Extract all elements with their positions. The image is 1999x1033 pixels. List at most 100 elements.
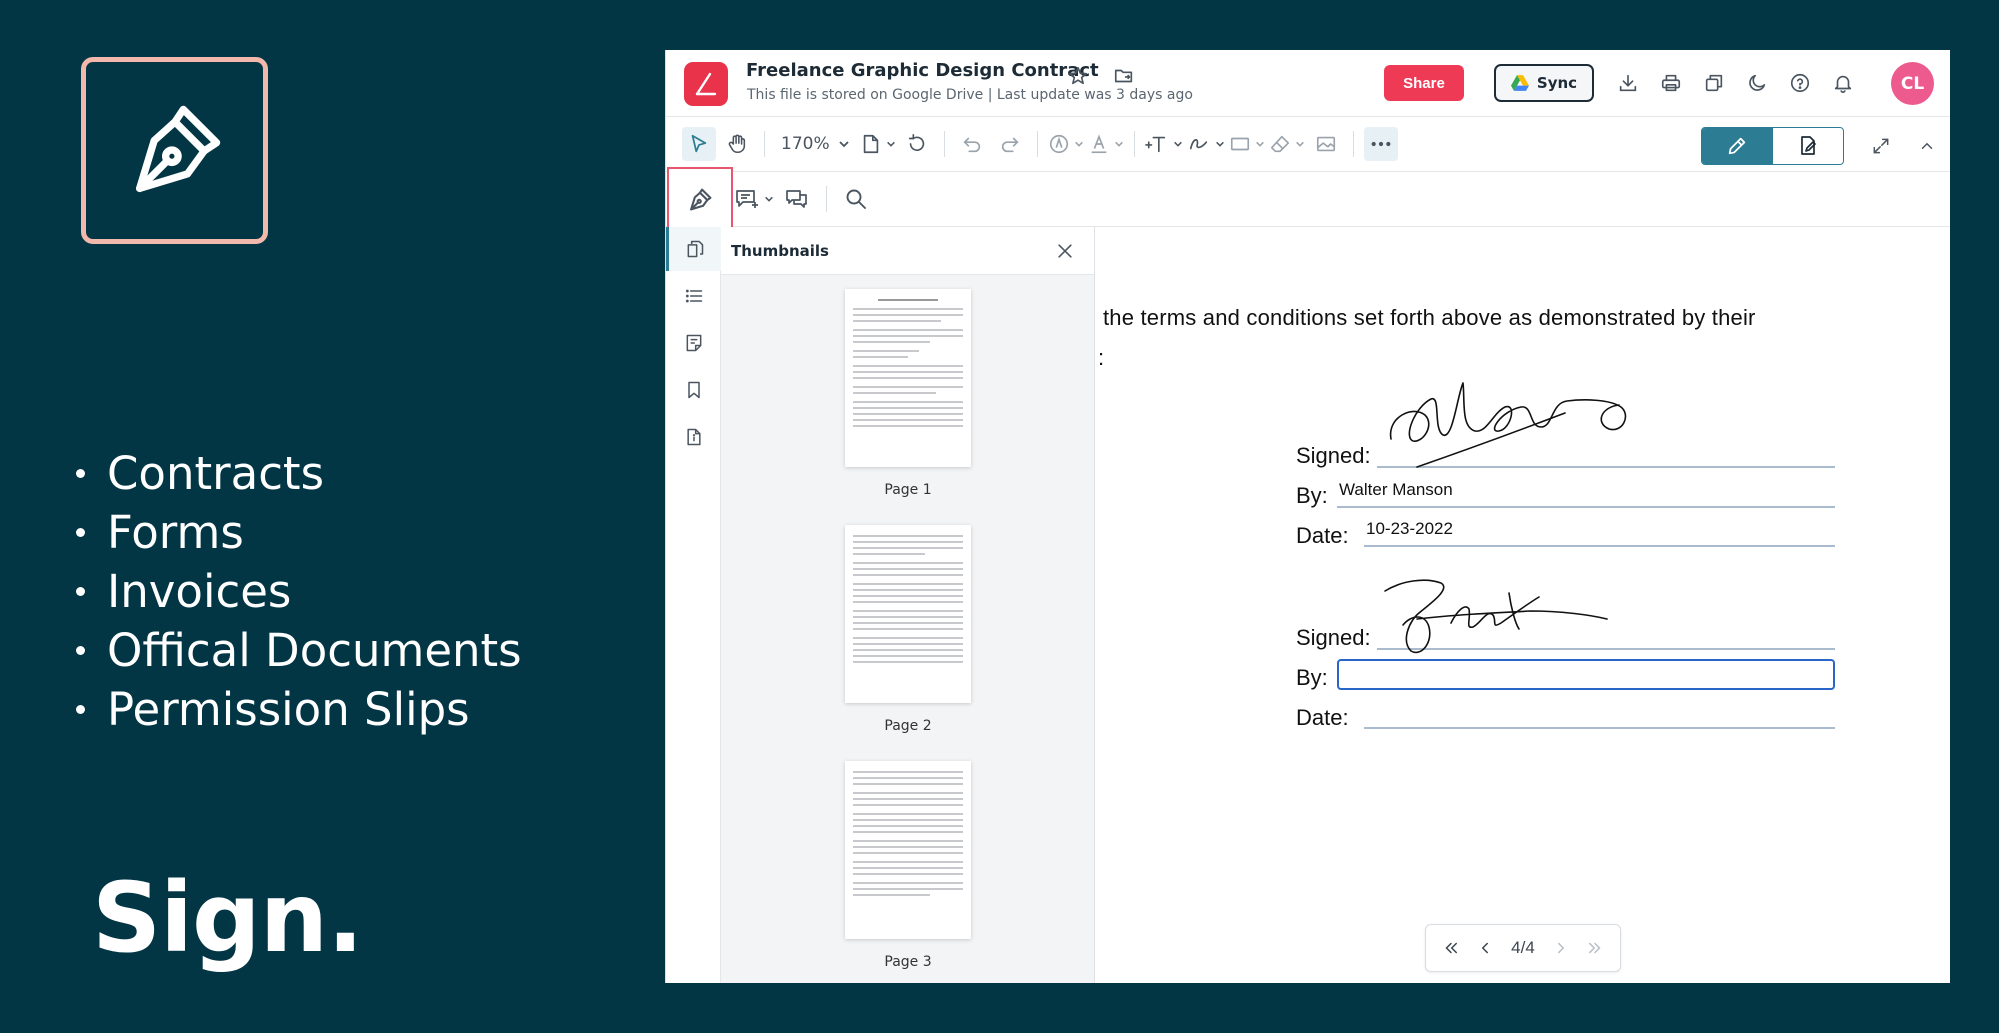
outline-rail-button[interactable] [666,274,721,318]
page-icon [863,134,878,154]
chevron-up-icon[interactable] [1910,129,1944,163]
share-button[interactable]: Share [1384,65,1464,101]
page-thumbnail[interactable] [845,761,971,939]
bookmark-icon [687,381,700,399]
toolbar-divider [764,131,765,157]
thumbnails-rail-button[interactable] [666,227,721,271]
feature-list: Contracts Forms Invoices Offical Documen… [70,444,522,739]
chevron-down-icon [886,141,895,147]
undo-button[interactable] [955,127,989,161]
edit-mode-button[interactable] [1702,128,1773,164]
by-value[interactable]: Walter Manson [1339,480,1453,500]
image-tool-button[interactable] [1309,127,1343,161]
next-page-icon[interactable] [1549,933,1573,963]
more-horizontal-icon [1371,141,1391,147]
undo-icon [963,137,980,153]
stamp-tool-button[interactable] [1048,127,1084,161]
dark-mode-icon[interactable] [1740,66,1774,100]
app-logo[interactable] [684,62,728,106]
draw-tool-button[interactable] [1187,127,1225,161]
pen-logo-box [81,57,268,244]
eraser-icon [1270,135,1289,153]
page-thumbnail[interactable] [845,289,971,467]
help-icon[interactable] [1783,66,1817,100]
pan-tool-button[interactable] [720,127,754,161]
sync-button[interactable]: Sync [1494,64,1594,102]
pen-logo-icon [695,72,717,96]
page-navigator: 4/4 [1425,924,1621,972]
thumbnails-panel: Thumbnails Page 1 Page 2 Page 3 [721,227,1095,983]
select-tool-button[interactable] [682,127,716,161]
chevron-down-icon [1215,141,1224,147]
image-icon [1316,136,1335,152]
copy-icon[interactable] [1697,66,1731,100]
header-bar: Freelance Graphic Design Contract This f… [666,50,1950,117]
page-thumbnail-label: Page 1 [884,482,932,498]
zoom-select[interactable]: 170% [775,127,856,161]
toolbar-divider [1133,131,1135,157]
date-value[interactable]: 10-23-2022 [1366,519,1453,539]
zoom-level: 170% [781,134,830,154]
search-icon [846,189,866,209]
file-title: Freelance Graphic Design Contract [746,60,1099,81]
date-label: Date: [1296,523,1349,548]
redo-button[interactable] [993,127,1027,161]
stamp-icon [1049,134,1068,154]
main-toolbar: 170% [666,117,1950,172]
search-button[interactable] [839,182,873,216]
move-folder-icon[interactable] [1107,59,1141,93]
bell-icon[interactable] [1826,66,1860,100]
notes-icon [686,334,701,352]
previous-page-icon[interactable] [1473,933,1497,963]
signature-image[interactable] [1383,377,1633,477]
signature-image[interactable] [1381,563,1611,663]
comment-tool-button[interactable] [734,182,774,216]
print-icon[interactable] [1654,66,1688,100]
rotate-button[interactable] [900,127,934,161]
comments-icon [786,190,807,208]
star-icon[interactable] [1061,59,1095,93]
user-avatar[interactable]: CL [1891,62,1934,105]
bookmarks-rail-button[interactable] [666,368,721,412]
header-actions [1611,66,1860,100]
page-thumbnail[interactable] [845,525,971,703]
first-page-icon[interactable] [1439,933,1463,963]
document-info-rail-button[interactable] [666,415,721,459]
by-input-field[interactable] [1337,659,1835,690]
date-line [1364,545,1835,547]
sign-tool-button[interactable] [667,167,733,233]
headline: Sign. [92,862,364,974]
date-label: Date: [1296,705,1349,730]
by-label: By: [1296,665,1328,690]
title-actions [1061,59,1141,93]
document-text-line: : [1098,345,1105,370]
thumbnails-title: Thumbnails [731,241,829,260]
pdf-editor-window: Freelance Graphic Design Contract This f… [665,50,1950,983]
by-label: By: [1296,483,1328,508]
annotations-rail-button[interactable] [666,321,721,365]
side-rail [666,227,721,983]
redo-icon [1001,137,1019,153]
download-icon[interactable] [1611,66,1645,100]
signed-label: Signed: [1296,443,1371,468]
fullscreen-icon[interactable] [1864,129,1898,163]
chevron-down-icon [1173,141,1182,147]
chevron-down-icon [1114,141,1123,147]
close-icon[interactable] [1048,234,1082,268]
text-color-button[interactable] [1088,127,1124,161]
date-line [1364,727,1835,729]
fountain-pen-icon [690,188,712,211]
annotate-mode-button[interactable] [1773,128,1844,164]
page-thumbnail-label: Page 3 [884,954,932,970]
feature-item: Contracts [70,444,522,503]
eraser-tool-button[interactable] [1269,127,1305,161]
shape-tool-button[interactable] [1229,127,1265,161]
chevron-down-icon [1255,141,1264,147]
more-tools-button[interactable] [1363,127,1398,161]
last-page-icon[interactable] [1583,933,1607,963]
toolbar-divider [1036,131,1038,157]
comments-panel-button[interactable] [780,182,814,216]
page-thumbnail-label: Page 2 [884,718,932,734]
add-text-button[interactable] [1144,127,1183,161]
page-options-button[interactable] [860,127,896,161]
